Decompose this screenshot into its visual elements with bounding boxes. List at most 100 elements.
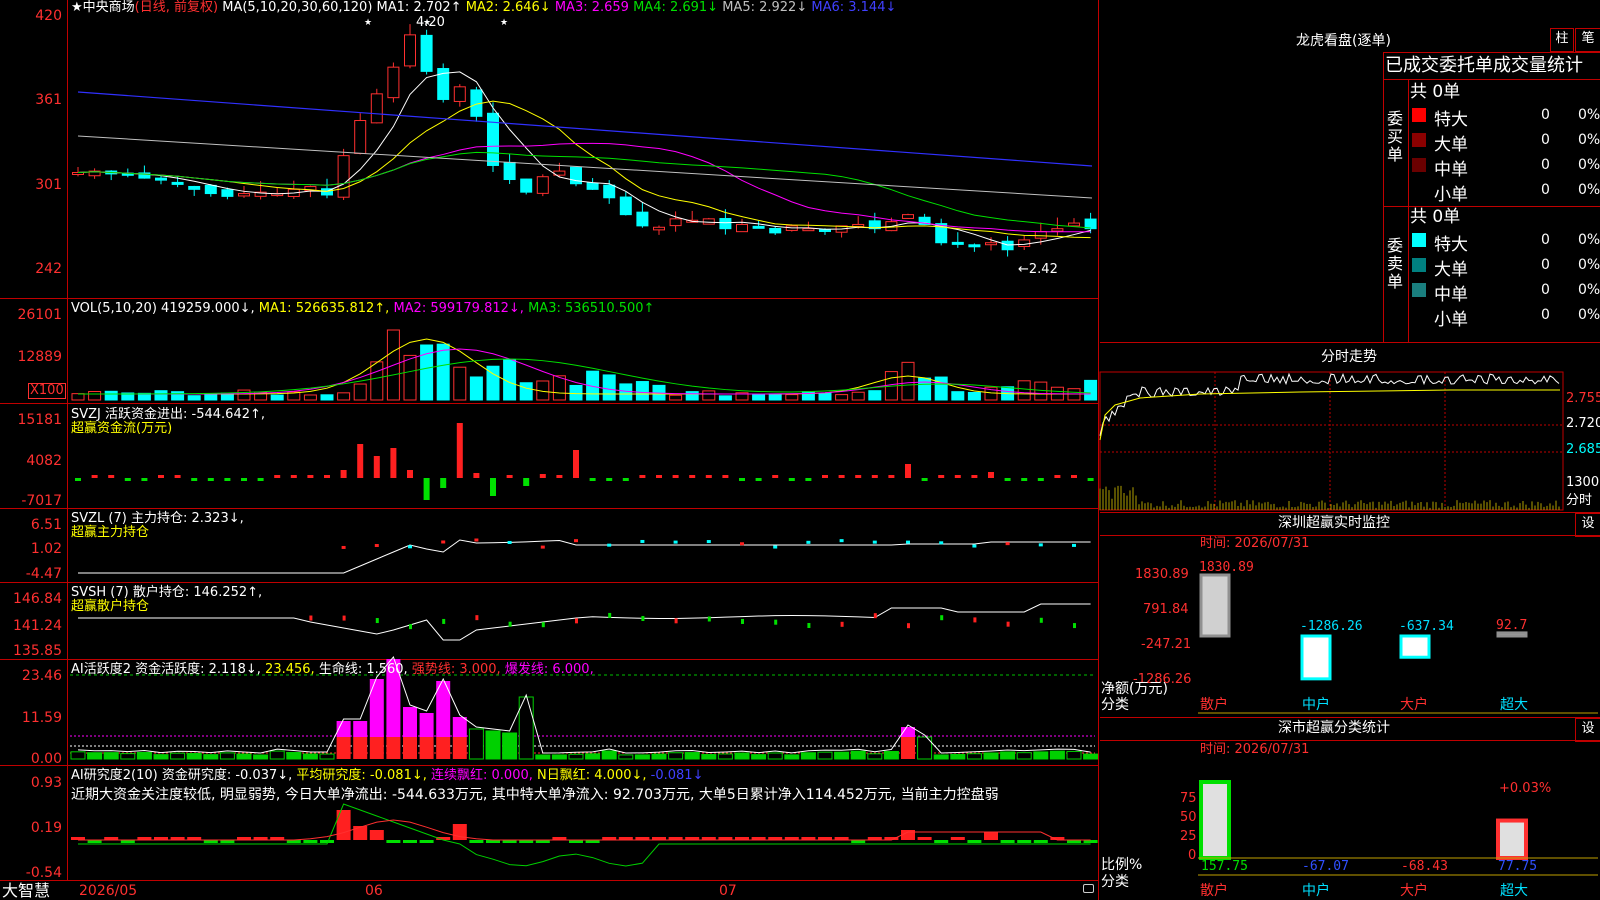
activity-bar: [950, 753, 966, 760]
flow-bar: [1021, 478, 1028, 481]
ratio-bar: [1199, 780, 1231, 860]
candle: [188, 185, 201, 190]
sz-class-ylabel: 比例%: [1101, 857, 1143, 873]
svzj-value: 活跃资金进出: -544.642↑,: [105, 407, 266, 422]
category-label: 超大: [1500, 883, 1528, 899]
period-label[interactable]: (日线, 前复权): [135, 0, 218, 15]
tick-mode-button[interactable]: 笔: [1575, 28, 1600, 52]
volume-bar: [752, 393, 766, 401]
flow-bar: [755, 478, 762, 481]
position-tick: [641, 615, 645, 621]
sz-class-settings-button[interactable]: 设: [1575, 718, 1600, 742]
svsh-subtitle: 超赢散户持仓: [71, 599, 150, 614]
flow-bar: [772, 475, 779, 478]
flow-bar: [573, 450, 579, 478]
candle: [902, 214, 914, 219]
ma-value: MA4: 2.691↓: [633, 0, 723, 15]
sz-monitor-y-tick: 791.84: [1143, 602, 1189, 617]
candle: [404, 34, 416, 67]
volume-bar: [303, 394, 317, 401]
stock-name[interactable]: 中央商场: [83, 0, 135, 15]
candle: [453, 86, 466, 102]
volume-bar: [237, 389, 251, 401]
activity-bar: [568, 753, 584, 760]
activity-bar: [452, 737, 467, 759]
flow-bar: [241, 478, 247, 481]
flow-bar: [954, 475, 961, 478]
activity-bar: [668, 752, 684, 760]
svzj-name: SVZJ: [71, 407, 101, 422]
category-label: 大户: [1400, 697, 1428, 713]
position-tick: [375, 618, 379, 624]
position-tick: [541, 622, 545, 628]
lock-icon[interactable]: [1083, 884, 1094, 893]
volume-bar: [88, 390, 102, 401]
research-bar: [1033, 840, 1048, 843]
activity-bar: [319, 753, 335, 760]
candle: [752, 225, 765, 229]
activity-bar: [1016, 752, 1032, 760]
order-type-label: 小单: [1434, 310, 1468, 330]
sz-monitor-settings-button[interactable]: 设: [1575, 513, 1600, 537]
order-percent: 0%: [1578, 257, 1600, 273]
intraday-frame: [1099, 371, 1564, 511]
sz-class-y-tick: 75: [1180, 791, 1197, 806]
volume-bar: [785, 394, 799, 401]
candle: [619, 196, 632, 216]
svsh-name: SVSH (7): [71, 585, 129, 600]
svzl-value: 主力持仓: 2.323↓,: [130, 511, 244, 526]
activity-bar: [1000, 751, 1016, 760]
ma-value: MA1: 2.702↑: [376, 0, 466, 15]
flow-bar: [191, 478, 198, 481]
flow-bar: [290, 475, 297, 478]
activity-bar: [701, 754, 717, 760]
position-tick: [574, 539, 578, 543]
flow-bar: [639, 475, 646, 478]
activity-bar: [136, 751, 152, 760]
svzj-subtitle: 超赢资金流(万元): [71, 421, 173, 436]
order-count: 0: [1541, 182, 1550, 198]
kline-chart-canvas[interactable]: ★ ★ ★: [0, 0, 1098, 880]
ai-active-value: 资金活跃度: 2.118↓,: [135, 662, 261, 677]
intraday-vol-unit: 分时: [1566, 493, 1593, 508]
activity-bar: [353, 721, 368, 737]
position-tick: [973, 617, 977, 623]
svsh-value: 散户持仓: 146.252↑,: [132, 585, 263, 600]
flow-bar: [257, 478, 264, 481]
research-bar: [320, 840, 334, 843]
date-label: 2026/05: [79, 883, 138, 899]
svzl-name: SVZL (7): [71, 511, 127, 526]
candle: [238, 193, 250, 197]
activity-bar: [103, 752, 119, 760]
candle: [769, 227, 782, 234]
volume-bar: [337, 392, 351, 401]
candle: [586, 182, 599, 190]
flow-bar: [805, 478, 812, 481]
category-label: 中户: [1302, 697, 1330, 713]
research-bar: [934, 840, 949, 843]
order-type-label: 中单: [1434, 160, 1468, 180]
position-tick: [1039, 617, 1043, 623]
flow-bar: [523, 478, 530, 486]
position-tick: [575, 618, 578, 624]
brand-logo: 大智慧: [2, 881, 51, 900]
volume-bar: [835, 394, 849, 401]
ratio-value: -68.43: [1401, 859, 1448, 874]
bar-mode-button[interactable]: 柱: [1550, 28, 1574, 52]
research-bar: [369, 830, 384, 840]
sz-monitor-top-line: [1100, 512, 1600, 513]
favorite-star-icon[interactable]: ★: [71, 0, 83, 15]
activity-bar: [717, 753, 733, 760]
position-tick: [706, 540, 711, 544]
activity-bar: [585, 753, 601, 760]
net-amount-value: 92.7: [1496, 618, 1527, 633]
vol-name: VOL(5,10,20): [71, 301, 157, 316]
order-count: 0: [1541, 107, 1550, 123]
flow-bar: [307, 475, 314, 478]
flow-bar: [971, 475, 978, 478]
flow-bar: [440, 478, 447, 488]
flow-bar: [1054, 475, 1061, 478]
position-tick: [607, 543, 612, 547]
candle: [503, 161, 516, 181]
position-tick: [773, 545, 778, 549]
